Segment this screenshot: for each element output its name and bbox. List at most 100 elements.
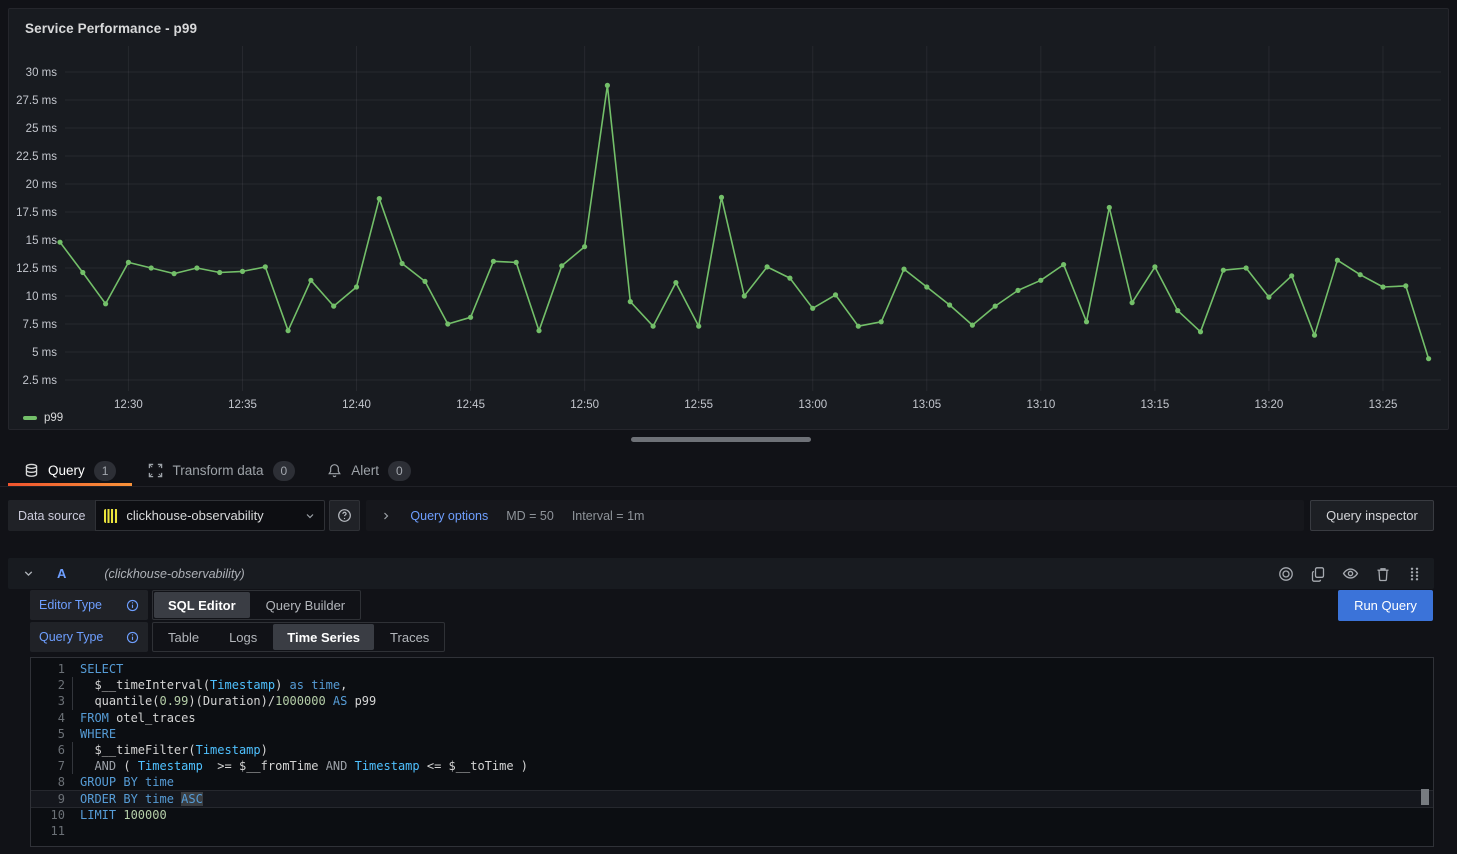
collapse-chevron-icon[interactable] <box>22 567 35 580</box>
svg-text:12.5 ms: 12.5 ms <box>16 263 57 275</box>
query-type-logs[interactable]: Logs <box>215 624 271 650</box>
svg-text:12:30: 12:30 <box>114 399 143 411</box>
query-row-header[interactable]: A (clickhouse-observability) <box>8 558 1434 589</box>
query-type-label-chip: Query Type <box>30 622 148 652</box>
tab-transform-label: Transform data <box>172 463 263 478</box>
svg-text:7.5 ms: 7.5 ms <box>22 319 57 331</box>
query-ref-id[interactable]: A <box>57 566 66 581</box>
info-icon[interactable] <box>126 631 139 644</box>
bell-icon <box>327 463 342 478</box>
svg-text:10 ms: 10 ms <box>26 291 58 303</box>
query-options-link[interactable]: Query options <box>410 509 488 523</box>
sql-line-2[interactable]: 2 $__timeInterval(Timestamp) as time, <box>31 677 1433 693</box>
timeseries-chart[interactable]: 2.5 ms5 ms7.5 ms10 ms12.5 ms15 ms17.5 ms… <box>9 9 1450 431</box>
line-number: 10 <box>31 807 65 823</box>
sql-code-text: GROUP BY time <box>65 774 174 790</box>
query-type-label: Query Type <box>39 630 103 644</box>
indent-guide <box>72 758 73 774</box>
datasource-help-button[interactable] <box>329 500 360 531</box>
run-query-button[interactable]: Run Query <box>1338 590 1433 621</box>
svg-text:25 ms: 25 ms <box>26 123 58 135</box>
sql-line-7[interactable]: 7 AND ( Timestamp >= $__fromTime AND Tim… <box>31 758 1433 774</box>
sql-code-editor[interactable]: 1SELECT2 $__timeInterval(Timestamp) as t… <box>30 657 1434 847</box>
transform-icon <box>148 463 163 478</box>
sql-code-text: $__timeInterval(Timestamp) as time, <box>65 677 347 693</box>
sql-code-text: FROM otel_traces <box>65 710 196 726</box>
chevron-right-icon[interactable] <box>380 510 392 522</box>
svg-text:12:40: 12:40 <box>342 399 371 411</box>
tab-query-label: Query <box>48 463 85 478</box>
query-inspector-button[interactable]: Query inspector <box>1310 500 1434 531</box>
line-number: 5 <box>31 726 65 742</box>
editor-type-query-builder[interactable]: Query Builder <box>252 592 359 618</box>
sql-line-3[interactable]: 3 quantile(0.99)(Duration)/1000000 AS p9… <box>31 693 1433 709</box>
query-type-traces[interactable]: Traces <box>376 624 443 650</box>
query-options-interval: Interval = 1m <box>572 509 645 523</box>
info-icon[interactable] <box>126 599 139 612</box>
svg-text:12:45: 12:45 <box>456 399 485 411</box>
editor-type-sql-editor[interactable]: SQL Editor <box>154 592 250 618</box>
hide-response-eye-icon[interactable] <box>1340 563 1361 584</box>
disable-query-icon[interactable] <box>1276 564 1296 584</box>
panel-title[interactable]: Service Performance - p99 <box>25 21 197 36</box>
tab-alert-count: 0 <box>388 461 411 481</box>
svg-text:12:50: 12:50 <box>570 399 599 411</box>
svg-text:30 ms: 30 ms <box>26 67 58 79</box>
legend: p99 <box>23 412 63 424</box>
editor-type-label-chip: Editor Type <box>30 590 148 620</box>
sql-code-text <box>65 823 80 839</box>
tab-transform-count: 0 <box>273 461 296 481</box>
indent-guide <box>72 693 73 709</box>
legend-series-label[interactable]: p99 <box>44 412 63 424</box>
tab-alert[interactable]: Alert 0 <box>311 455 426 486</box>
line-number: 8 <box>31 774 65 790</box>
query-toolbar: Data source clickhouse-observability Que… <box>8 500 1434 531</box>
query-type-time-series[interactable]: Time Series <box>273 624 374 650</box>
sql-line-11[interactable]: 11 <box>31 823 1433 839</box>
sql-line-1[interactable]: 1SELECT <box>31 661 1433 677</box>
tab-query-count: 1 <box>94 461 117 481</box>
line-number: 11 <box>31 823 65 839</box>
svg-text:12:35: 12:35 <box>228 399 257 411</box>
svg-text:13:15: 13:15 <box>1140 399 1169 411</box>
svg-text:20 ms: 20 ms <box>26 179 58 191</box>
line-number: 1 <box>31 661 65 677</box>
sql-line-9[interactable]: 9ORDER BY time ASC <box>31 791 1433 807</box>
sql-code-text: AND ( Timestamp >= $__fromTime AND Times… <box>65 758 528 774</box>
sql-line-10[interactable]: 10LIMIT 100000 <box>31 807 1433 823</box>
datasource-value: clickhouse-observability <box>126 508 296 523</box>
pane-resize-handle[interactable] <box>631 437 811 442</box>
tab-alert-label: Alert <box>351 463 379 478</box>
line-number: 3 <box>31 693 65 709</box>
line-number: 4 <box>31 710 65 726</box>
line-number: 6 <box>31 742 65 758</box>
sql-line-4[interactable]: 4FROM otel_traces <box>31 710 1433 726</box>
duplicate-query-icon[interactable] <box>1308 564 1328 584</box>
line-number: 2 <box>31 677 65 693</box>
svg-text:17.5 ms: 17.5 ms <box>16 207 57 219</box>
svg-text:13:25: 13:25 <box>1369 399 1398 411</box>
tab-query[interactable]: Query 1 <box>8 455 132 486</box>
sql-line-8[interactable]: 8GROUP BY time <box>31 774 1433 790</box>
svg-text:15 ms: 15 ms <box>26 235 58 247</box>
sql-code-text: $__timeFilter(Timestamp) <box>65 742 268 758</box>
query-type-table[interactable]: Table <box>154 624 213 650</box>
svg-text:13:10: 13:10 <box>1026 399 1055 411</box>
sql-line-6[interactable]: 6 $__timeFilter(Timestamp) <box>31 742 1433 758</box>
indent-guide <box>72 677 73 693</box>
editor-type-row: Editor Type SQL Editor Query Builder <box>30 590 361 620</box>
query-options-md: MD = 50 <box>506 509 554 523</box>
sql-code-text: ORDER BY time ASC <box>65 791 203 807</box>
datasource-picker[interactable]: clickhouse-observability <box>95 500 325 531</box>
query-row-actions <box>1276 563 1424 584</box>
active-tab-underline <box>8 483 132 486</box>
delete-query-trash-icon[interactable] <box>1373 564 1393 584</box>
tab-transform-data[interactable]: Transform data 0 <box>132 455 311 486</box>
svg-text:13:05: 13:05 <box>912 399 941 411</box>
editor-overview-ruler-marker <box>1421 789 1429 805</box>
query-type-row: Query Type Table Logs Time Series Traces <box>30 622 445 652</box>
editor-type-label: Editor Type <box>39 598 102 612</box>
line-number: 9 <box>31 791 65 807</box>
sql-line-5[interactable]: 5WHERE <box>31 726 1433 742</box>
drag-handle-icon[interactable] <box>1405 564 1424 584</box>
